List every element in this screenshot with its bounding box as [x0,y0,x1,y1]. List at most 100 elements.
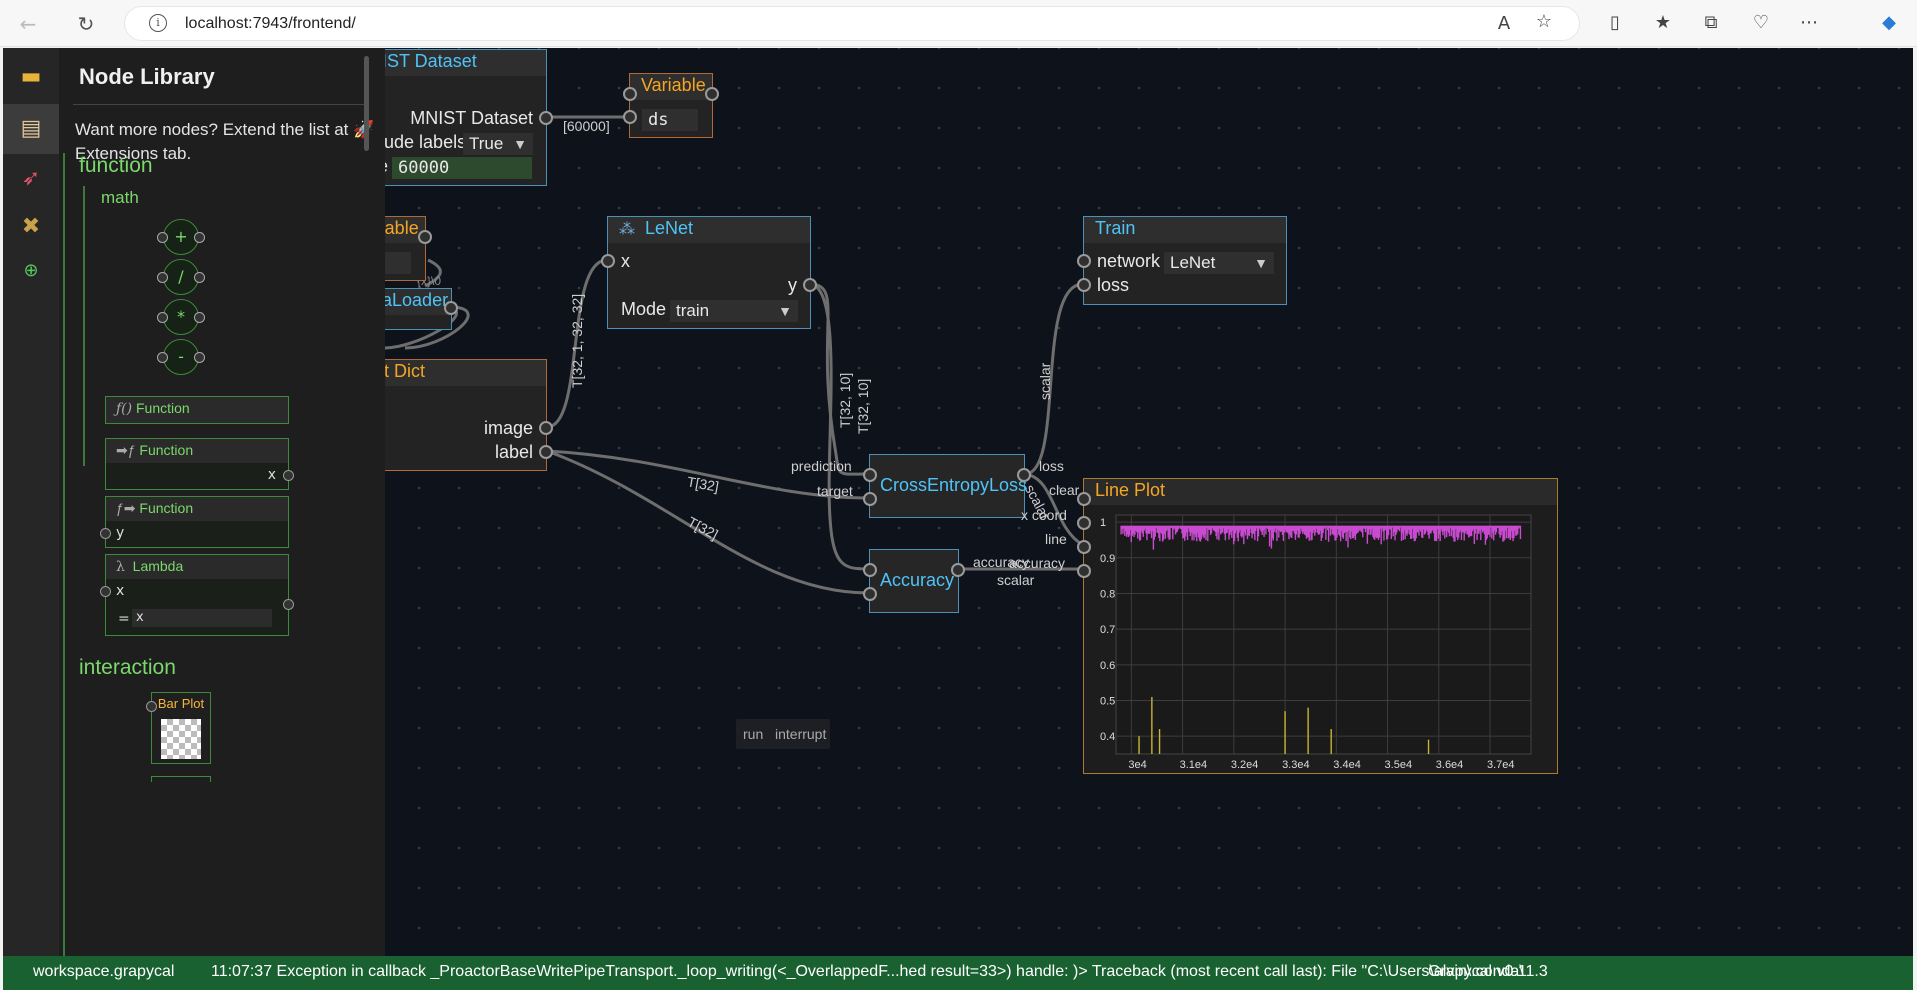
health-icon[interactable]: ♡ [1748,12,1774,33]
line-plot-node[interactable]: Line Plot 3e4 3.1e4 3.2e4 3.3e4 3.4e4 3.5e4 3.… [1077,478,1558,774]
lambda-node-template[interactable]: λ Lambda x = x [100,554,294,636]
wire-label-lenet-y: T[32, 10] [837,372,853,428]
run-button[interactable]: run [743,726,763,742]
dataloader-node[interactable]: DataLoader [385,288,458,330]
lenet-node[interactable]: ⁂ LeNet x y Mode train ▼ [601,216,817,329]
output-function-node-template[interactable]: ƒ➡ Function y [100,496,289,548]
collections-icon[interactable]: ⧉ [1698,12,1724,33]
bar-plot-node-template[interactable]: Bar Plot [146,692,211,764]
y-tick-label: 0.5 [1100,695,1115,707]
x-input-port[interactable] [601,254,615,268]
x-tick-label: 3.6e4 [1436,759,1464,771]
dataset-output-port[interactable] [539,111,553,125]
input-port[interactable] [146,701,157,712]
network-port[interactable] [1077,254,1091,268]
library-divider [73,104,369,105]
workspace-canvas[interactable]: [60000] T[32, 1, 32, 32] T[32, 10] T[32,… [385,48,1913,956]
wire-label-image: T[32, 1, 32, 32] [569,293,585,388]
lambda-expression-input[interactable]: x [132,609,272,627]
category-interaction[interactable]: interaction [79,656,176,680]
more-icon[interactable]: ⋯ [1796,12,1822,33]
x-tick-label: 3.1e4 [1180,759,1208,771]
accuracy-node[interactable]: Accuracy [863,549,965,613]
read-aloud-icon[interactable]: A [1491,13,1517,34]
loss-input-port[interactable] [1077,278,1091,292]
function-node-template[interactable]: ƒ() Function [105,396,289,424]
set-port[interactable] [623,110,637,124]
node-title: Train [1084,217,1286,243]
accuracy-output-port[interactable] [951,563,965,577]
cross-entropy-loss-node[interactable]: CrossEntropyLoss [863,454,1031,518]
plot-area [1115,514,1532,755]
library-scrollbar[interactable] [364,56,369,151]
function-node-title: ƒ() Function [106,397,288,423]
image-output-port[interactable] [539,421,553,435]
refresh-icon[interactable]: ↻ [72,10,100,38]
add-op-node[interactable]: + [157,219,205,255]
target-input-port[interactable] [863,492,877,506]
x-tick-label: 3.4e4 [1333,759,1361,771]
output-port[interactable] [705,87,719,101]
chevron-down-icon: ▼ [1254,255,1268,271]
interrupt-button[interactable]: interrupt [775,726,826,742]
url-text[interactable]: localhost:7943/frontend/ [185,15,356,33]
favorites-icon[interactable]: ★ [1650,12,1676,33]
y-output-port[interactable] [803,278,817,292]
variable-name-input[interactable]: ds [642,109,698,131]
input-port[interactable] [100,528,111,539]
function-node-title: ➡ƒ Function [106,439,288,463]
output-port[interactable] [418,230,432,244]
input-function-node-template[interactable]: ➡ƒ Function x [105,438,294,490]
category-bar [63,652,65,956]
wire-label-loss-scalar: scalar [1037,362,1053,400]
address-bar[interactable]: i localhost:7943/frontend/ A ☆ [124,6,1580,41]
variable-node[interactable]: Variable ds [385,216,432,281]
x-tick-label: 3e4 [1128,759,1146,771]
label-output-port[interactable] [539,445,553,459]
input-port[interactable] [623,87,637,101]
output-port[interactable] [283,470,294,481]
scroll-icon[interactable]: ▤ [3,104,59,154]
node-title: DataLoader [385,289,451,315]
back-icon[interactable]: ← [14,10,42,38]
loss-label: loss [1097,275,1130,295]
add-icon[interactable]: ⊕ [3,246,59,296]
prediction-input-port[interactable] [863,468,877,482]
variable-node[interactable]: Variable ds [623,73,719,138]
split-screen-icon[interactable]: ▯ [1602,12,1628,33]
mnist-dataset-node[interactable]: MNIST Dataset run MNIST Dataset Include … [385,49,553,186]
workspace-file[interactable]: workspace.grapycal [33,963,174,981]
prediction-input-port[interactable] [863,563,877,577]
copilot-icon[interactable]: ◆ [1876,12,1902,33]
output-port[interactable] [444,301,458,315]
variable-name-input[interactable]: ds [385,252,411,274]
network-select[interactable]: LeNet ▼ [1164,252,1274,274]
divide-op-node[interactable]: / [157,259,205,295]
tools-icon[interactable]: ✖ [3,202,59,252]
favorite-icon[interactable]: ☆ [1531,11,1557,32]
size-input[interactable]: 60000 [392,157,532,179]
loss-output-port[interactable] [1017,468,1031,482]
function-node-title: ƒ➡ Function [106,497,288,521]
input-port[interactable] [100,586,111,597]
mode-select[interactable]: train ▼ [670,300,798,322]
include-labels-select[interactable]: True ▼ [463,133,533,155]
x-tick-label: 3.3e4 [1282,759,1310,771]
x-label: x [621,251,630,271]
subcategory-math[interactable]: math [101,188,139,208]
next-node-template[interactable] [151,776,211,782]
node-library-panel: Node Library Want more nodes? Extend the… [59,48,385,956]
status-message: 11:07:37 Exception in callback _Proactor… [211,963,1524,980]
y-label: y [788,275,797,295]
x-tick-label: 3.2e4 [1231,759,1259,771]
subtract-op-node[interactable]: - [157,339,205,375]
rocket-icon[interactable]: ➶ [3,154,59,204]
label-input-port[interactable] [863,587,877,601]
multiply-op-node[interactable]: * [157,299,205,335]
info-icon[interactable]: i [149,14,167,32]
folder-icon[interactable]: ▬ [3,52,59,102]
split-dict-node[interactable]: Split Dict dict image label [385,359,553,471]
wire-label-acc-scalar: scalar [997,572,1035,588]
train-node[interactable]: Train network LeNet ▼ loss [1077,216,1287,305]
category-function[interactable]: function [79,154,153,178]
